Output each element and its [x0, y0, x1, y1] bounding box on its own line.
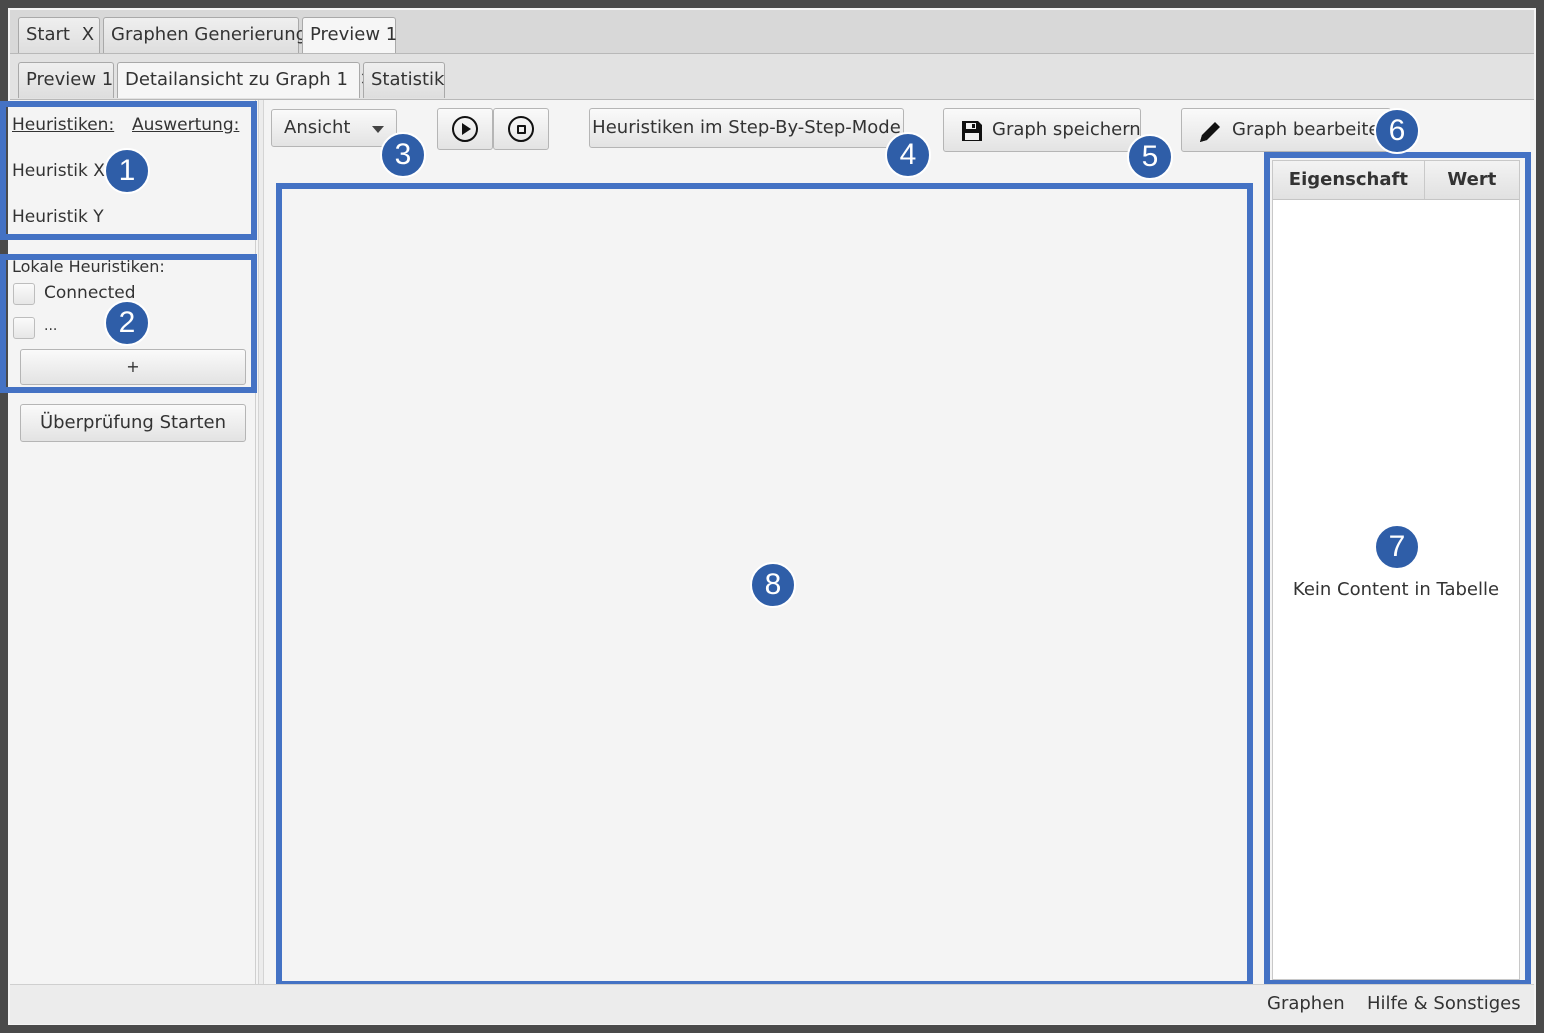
stop-icon: [508, 116, 534, 142]
play-button[interactable]: [437, 108, 493, 150]
annotation-badge-8: 8: [750, 562, 796, 608]
tab-graph-generation[interactable]: Graphen Generierung: [103, 17, 307, 53]
annotation-badge-7: 7: [1374, 524, 1420, 570]
stop-button[interactable]: [493, 108, 549, 150]
view-dropdown[interactable]: Ansicht: [271, 109, 397, 147]
subtab-preview-1[interactable]: Preview 1: [18, 62, 114, 98]
tab-graph-generation-label: Graphen Generierung: [111, 24, 308, 45]
edit-graph-label: Graph bearbeiten: [1232, 119, 1391, 140]
status-help-link[interactable]: Hilfe & Sonstiges: [1367, 993, 1521, 1014]
play-icon: [452, 116, 478, 142]
panel-splitter[interactable]: [258, 100, 264, 984]
tab-start-label: Start: [26, 24, 70, 45]
start-check-button[interactable]: Überprüfung Starten: [20, 404, 246, 442]
annotation-badge-5: 5: [1127, 134, 1173, 180]
tab-preview-1[interactable]: Preview 1: [302, 17, 398, 53]
subtab-graph-detail-label: Detailansicht zu Graph 1: [125, 69, 348, 90]
annotation-badge-6: 6: [1374, 108, 1420, 154]
tab-preview-1-label: Preview 1: [310, 24, 398, 45]
pencil-icon: [1200, 122, 1220, 142]
tab-start[interactable]: Start X: [18, 17, 100, 53]
annotation-badge-4: 4: [885, 132, 931, 178]
subtab-graph-detail[interactable]: Detailansicht zu Graph 1 ✕: [117, 62, 375, 98]
save-icon: [962, 121, 982, 141]
subtab-statistics-label: Statistik: [371, 69, 445, 90]
status-graphs-link[interactable]: Graphen: [1267, 993, 1345, 1014]
annotation-badge-1: 1: [104, 148, 150, 194]
annotation-badge-3: 3: [380, 132, 426, 178]
edit-graph-button[interactable]: Graph bearbeiten: [1181, 108, 1391, 152]
step-mode-button[interactable]: Heuristiken im Step-By-Step-Mode: [589, 108, 904, 148]
subtab-preview-1-label: Preview 1: [26, 69, 114, 90]
tab-start-close-icon[interactable]: X: [82, 24, 94, 45]
subtab-statistics[interactable]: Statistik: [363, 62, 445, 98]
view-dropdown-label: Ansicht: [284, 117, 351, 138]
annotation-badge-2: 2: [104, 300, 150, 346]
save-graph-label: Graph speichern: [992, 119, 1141, 140]
save-graph-button[interactable]: Graph speichern: [943, 108, 1141, 152]
chevron-down-icon: [372, 126, 384, 133]
